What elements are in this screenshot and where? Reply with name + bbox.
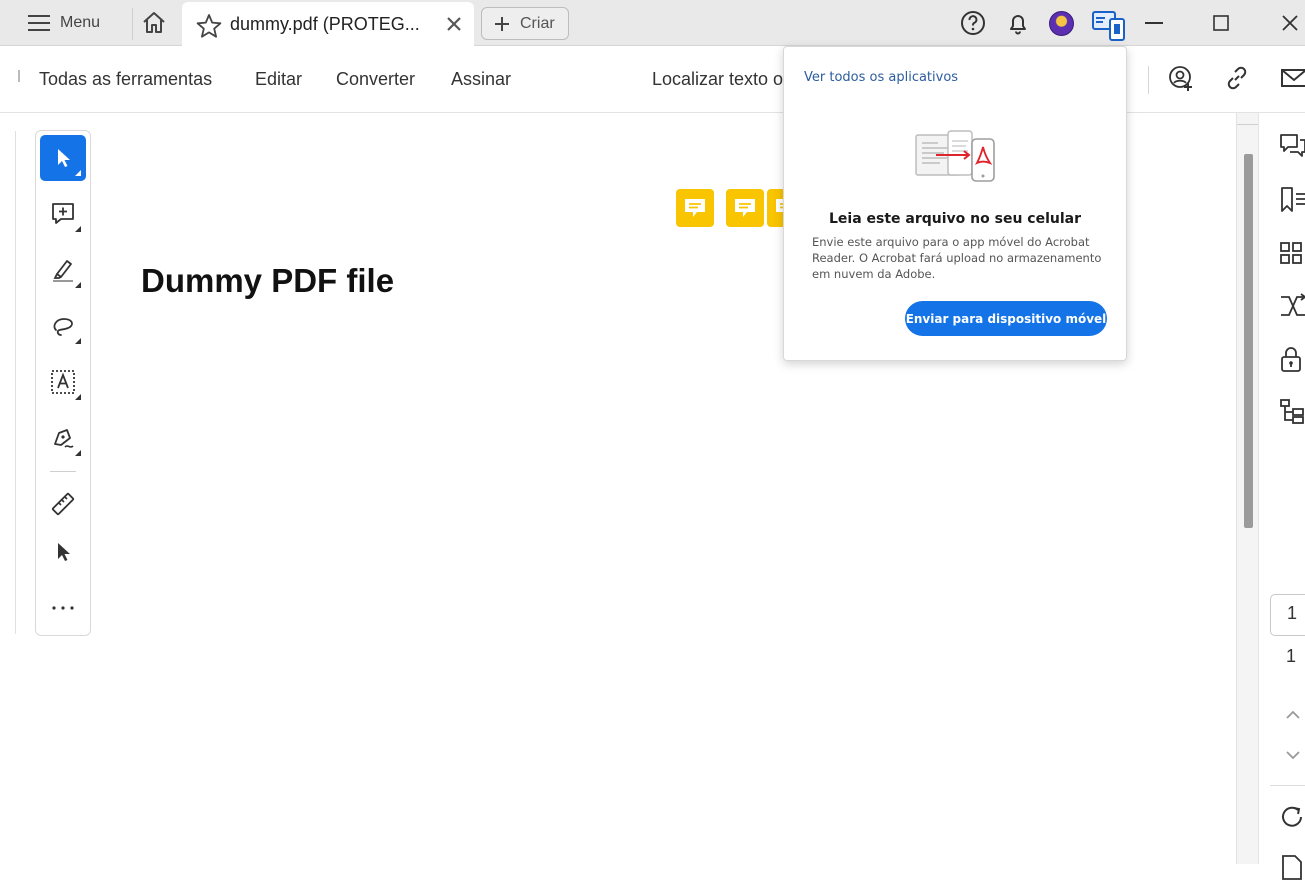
home-icon <box>143 12 165 33</box>
highlighter-icon <box>53 260 73 282</box>
measure-tool-button[interactable] <box>40 481 86 527</box>
expand-corner <box>75 338 81 344</box>
edit-menu[interactable]: Editar <box>255 69 302 90</box>
left-panel-edge <box>15 131 16 634</box>
menu-button[interactable]: Menu <box>28 8 100 38</box>
right-tool-rail <box>1258 113 1305 880</box>
bell-icon <box>1010 15 1026 35</box>
sticky-note-comment[interactable] <box>676 189 714 227</box>
send-to-mobile-button[interactable]: Enviar para dispositivo móvel <box>905 301 1107 336</box>
more-horizontal-icon <box>52 606 74 610</box>
toolbar-edge <box>18 70 20 82</box>
comments-icon[interactable] <box>1279 132 1305 160</box>
minimize-icon <box>1145 22 1163 24</box>
close-tab-icon[interactable] <box>444 14 464 34</box>
create-label: Criar <box>520 14 555 32</box>
all-tools-menu[interactable]: Todas as ferramentas <box>39 69 212 90</box>
scroll-up-cap[interactable] <box>1237 113 1259 125</box>
chevron-down-icon[interactable] <box>1279 741 1305 769</box>
thumbnails-grid-icon[interactable] <box>1279 240 1305 268</box>
organize-tree-icon[interactable] <box>1279 398 1305 426</box>
menu-label: Menu <box>60 14 101 31</box>
close-icon <box>1282 15 1298 31</box>
refresh-icon[interactable] <box>1279 803 1305 831</box>
select-tool-button[interactable] <box>40 135 86 181</box>
help-icon <box>961 11 985 35</box>
find-text-label[interactable]: Localizar texto o <box>652 69 783 90</box>
text-box-tool-button[interactable] <box>40 359 86 405</box>
pointer-tool-button[interactable] <box>40 529 86 575</box>
bookmarks-icon[interactable] <box>1279 186 1305 214</box>
popover-heading: Leia este arquivo no seu celular <box>828 211 1082 227</box>
lock-icon[interactable] <box>1279 346 1305 374</box>
mobile-devices-icon <box>1092 11 1125 41</box>
see-all-apps-link[interactable]: Ver todos os aplicativos <box>804 70 958 85</box>
divider <box>1148 66 1149 94</box>
compare-files-icon[interactable] <box>1279 293 1305 321</box>
sign-tool-button[interactable] <box>40 415 86 461</box>
more-tools-button[interactable] <box>40 585 86 631</box>
text-box-icon <box>51 370 75 394</box>
star-icon[interactable] <box>196 13 222 39</box>
freehand-lasso-icon <box>53 318 73 336</box>
rail-divider <box>1270 785 1305 786</box>
help-button[interactable] <box>959 9 987 37</box>
hamburger-icon <box>28 15 50 31</box>
quick-tools-palette <box>35 130 91 636</box>
document-icon[interactable] <box>1279 853 1305 881</box>
close-window-button[interactable] <box>1277 10 1303 36</box>
maximize-button[interactable] <box>1208 10 1234 36</box>
highlight-tool-button[interactable] <box>40 247 86 293</box>
document-tab[interactable]: dummy.pdf (PROTEG... <box>182 2 474 46</box>
tab-title: dummy.pdf (PROTEG... <box>230 14 420 34</box>
comment-icon <box>735 199 755 217</box>
comment-add-icon <box>52 203 74 224</box>
expand-corner <box>75 282 81 288</box>
share-with-people-icon[interactable] <box>1167 64 1195 92</box>
comment-icon <box>685 199 705 217</box>
popover-description: Envie este arquivo para o app móvel do A… <box>812 235 1102 281</box>
mobile-send-popover: Ver todos os aplicativos Leia este arqui… <box>783 46 1127 361</box>
plus-icon <box>495 16 509 31</box>
expand-corner <box>75 170 81 176</box>
document-heading: Dummy PDF file <box>141 262 395 299</box>
send-to-mobile-illustration-icon <box>915 130 995 182</box>
sign-menu[interactable]: Assinar <box>451 69 511 90</box>
convert-menu[interactable]: Converter <box>336 69 415 90</box>
sticky-note-comment[interactable] <box>726 189 764 227</box>
page-number-input[interactable]: 1 <box>1270 594 1305 636</box>
email-icon[interactable] <box>1280 64 1305 92</box>
ruler-icon <box>51 492 75 516</box>
expand-corner <box>75 394 81 400</box>
avatar[interactable] <box>1049 11 1074 36</box>
palette-divider <box>50 471 76 472</box>
divider <box>132 8 133 40</box>
vertical-scrollbar[interactable] <box>1236 113 1259 864</box>
minimize-button[interactable] <box>1141 10 1167 36</box>
cursor-arrow-icon <box>58 149 70 167</box>
notifications-button[interactable] <box>1004 9 1032 37</box>
maximize-icon <box>1213 15 1229 31</box>
pointer-icon <box>58 543 70 561</box>
create-button[interactable]: Criar <box>481 7 569 40</box>
home-button[interactable] <box>140 9 168 37</box>
page-total: 1 <box>1286 646 1297 666</box>
pen-sign-icon <box>54 429 74 448</box>
add-comment-button[interactable] <box>40 191 86 237</box>
scroll-thumb[interactable] <box>1244 154 1253 528</box>
expand-corner <box>75 450 81 456</box>
expand-corner <box>75 226 81 232</box>
chevron-up-icon[interactable] <box>1279 701 1305 729</box>
link-icon[interactable] <box>1223 64 1251 92</box>
draw-tool-button[interactable] <box>40 303 86 349</box>
title-bar: Menu dummy.pdf (PROTEG... Criar <box>0 0 1305 46</box>
devices-button[interactable] <box>1090 8 1128 42</box>
